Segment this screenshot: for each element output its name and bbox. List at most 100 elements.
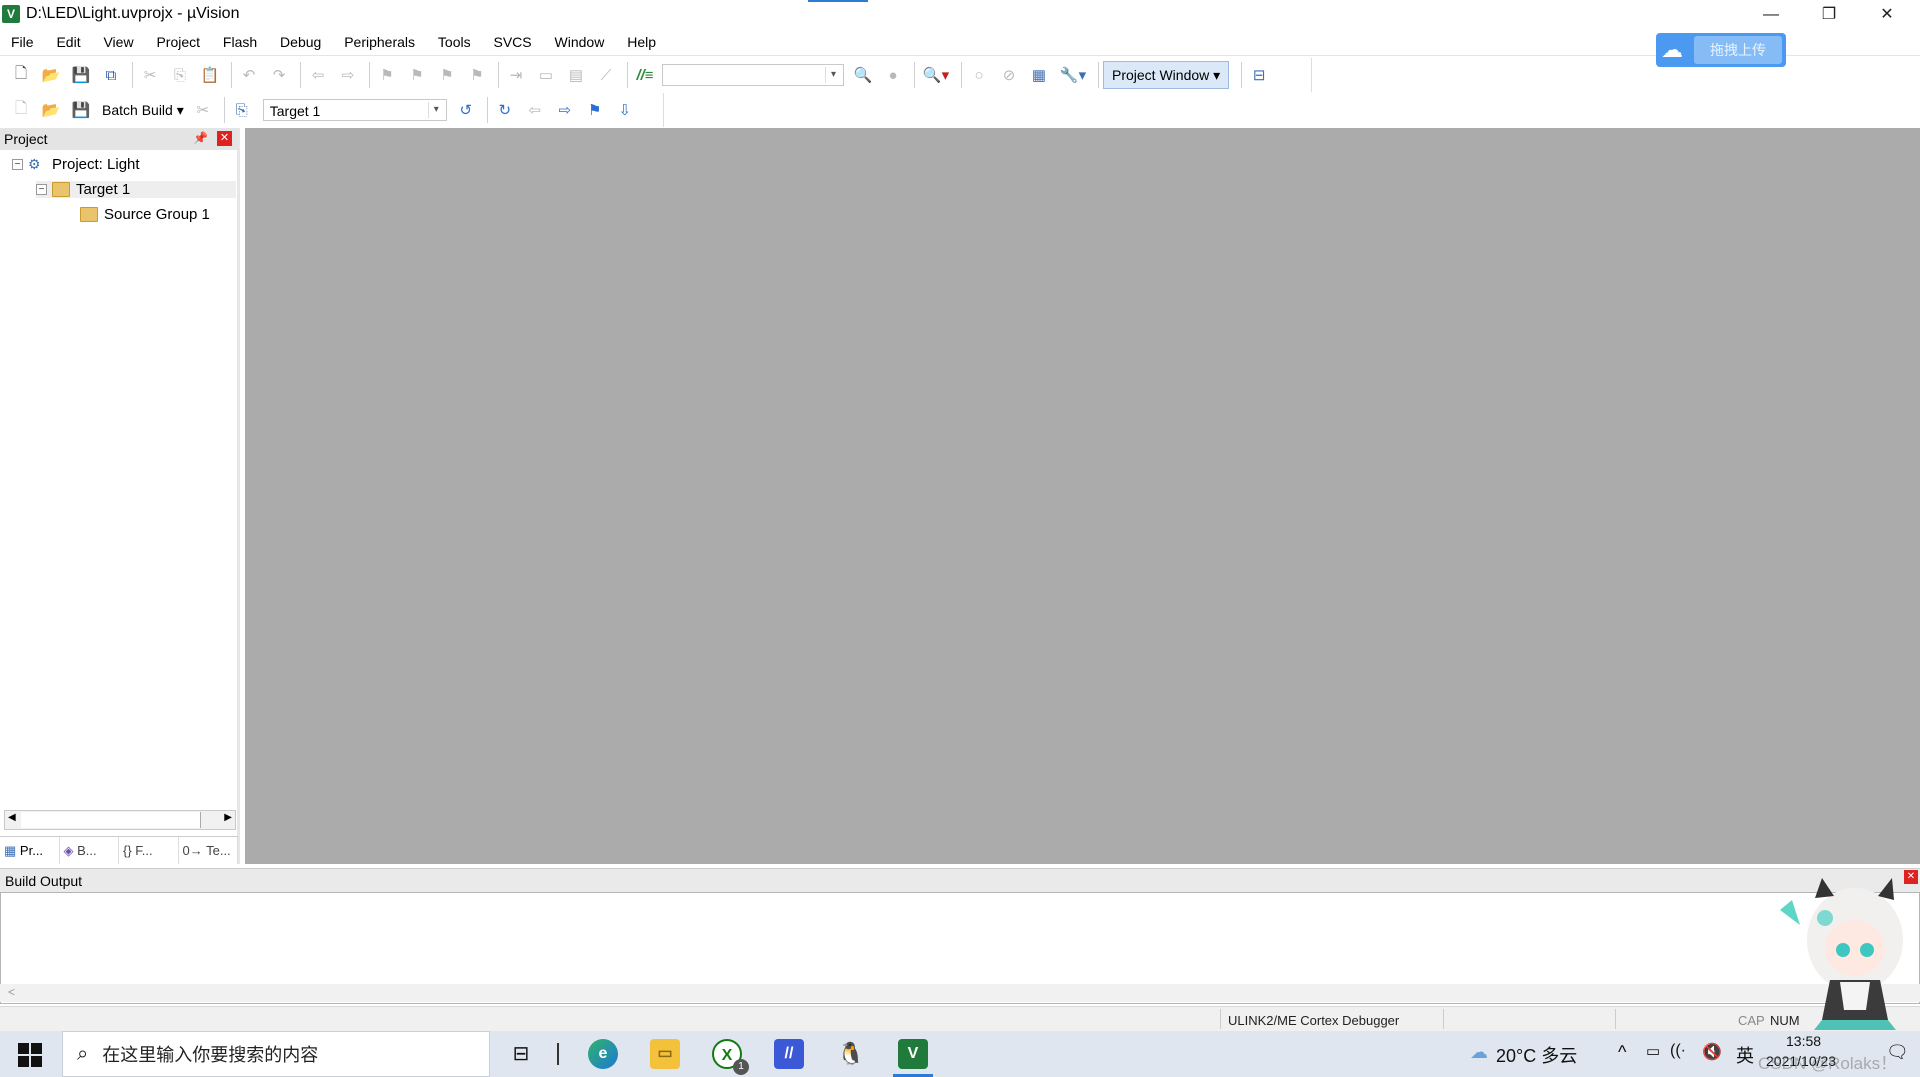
menu-edit[interactable]: Edit	[56, 30, 80, 50]
tree-item-source-group[interactable]: Source Group 1	[80, 206, 210, 223]
clock-time[interactable]: 13:58	[1786, 1033, 1821, 1049]
menu-help[interactable]: Help	[627, 30, 656, 50]
minimize-button[interactable]: —	[1742, 0, 1800, 30]
find-combo[interactable]: ▾	[662, 64, 844, 86]
close-icon[interactable]: ✕	[217, 131, 232, 146]
debug-session-icon[interactable]: 🔍▾	[919, 62, 953, 88]
menu-tools[interactable]: Tools	[438, 30, 471, 50]
pin-icon[interactable]: 📌	[193, 131, 208, 145]
file-explorer-icon[interactable]: ▭	[650, 1039, 680, 1069]
incremental-find-icon[interactable]: ●	[880, 62, 906, 88]
baidu-upload-button[interactable]: ☁ 拖拽上传	[1656, 33, 1786, 67]
caps-lock-indicator: CAP	[1738, 1013, 1765, 1028]
toolbar-separator	[627, 62, 628, 88]
editor-area[interactable]	[245, 128, 1920, 864]
target-select[interactable]: Target 1 ▾	[262, 99, 447, 121]
navigate-back-icon[interactable]: ⇦	[305, 62, 331, 88]
weather-text[interactable]: 20°C 多云	[1496, 1042, 1577, 1068]
redo-icon[interactable]: ↷	[266, 62, 292, 88]
bookmark-prev-icon[interactable]: ⚑	[404, 62, 430, 88]
vscode-like-icon[interactable]: //	[774, 1039, 804, 1069]
mascot-widget[interactable]: ✕	[1770, 870, 1920, 1030]
breakpoint-enable-icon[interactable]: ⊘	[996, 62, 1022, 88]
close-icon[interactable]: ✕	[1904, 870, 1918, 884]
battery-icon[interactable]: ▭	[1646, 1042, 1660, 1060]
uncomment-icon[interactable]: ⟋	[593, 62, 619, 88]
volume-muted-icon[interactable]: 🔇	[1702, 1042, 1722, 1062]
horizontal-scrollbar[interactable]: ◀ ▶	[4, 810, 236, 830]
edge-browser-icon[interactable]: e	[588, 1039, 618, 1069]
open-file-icon[interactable]: 📂	[38, 97, 64, 123]
undo-icon[interactable]: ↶	[236, 62, 262, 88]
tab-books[interactable]: ◈ B...	[60, 837, 119, 864]
download-icon[interactable]: ⇩	[612, 97, 638, 123]
copy-icon[interactable]: ⎘	[229, 97, 255, 123]
tree-item-label: Project: Light	[52, 156, 140, 173]
menu-project[interactable]: Project	[156, 30, 200, 50]
save-icon[interactable]: 💾	[68, 97, 94, 123]
menu-flash[interactable]: Flash	[223, 30, 257, 50]
menu-peripherals[interactable]: Peripherals	[344, 30, 415, 50]
breakpoint-icon[interactable]: ○	[966, 62, 992, 88]
input-method-indicator[interactable]: 英	[1736, 1042, 1754, 1068]
close-window-button[interactable]: ✕	[1858, 0, 1916, 30]
scroll-left-icon[interactable]: ◀	[8, 812, 16, 823]
find-icon[interactable]: 🔍	[850, 62, 876, 88]
navigate-forward-icon[interactable]: ⇨	[335, 62, 361, 88]
configure-icon[interactable]: 🔧▾	[1056, 62, 1090, 88]
tab-project[interactable]: ▦ Pr...	[0, 837, 60, 864]
taskbar-search[interactable]: ⌕ 在这里输入你要搜索的内容	[62, 1031, 490, 1077]
save-icon[interactable]: 💾	[68, 62, 94, 88]
restore-button[interactable]: ❐	[1800, 0, 1858, 30]
weather-cloud-icon[interactable]: ☁	[1470, 1042, 1488, 1063]
cut-icon[interactable]: ✂	[137, 62, 163, 88]
task-view-icon[interactable]: ⊟	[506, 1039, 536, 1069]
unindent-icon[interactable]: ▭	[533, 62, 559, 88]
project-window-dropdown[interactable]: Project Window ▾	[1103, 61, 1230, 89]
bookmark-insert-icon[interactable]: ⚑	[374, 62, 400, 88]
windows-start-icon[interactable]	[18, 1043, 42, 1067]
navigate-forward-icon[interactable]: ⇨	[552, 97, 578, 123]
tab-templates[interactable]: 0→ Te...	[179, 837, 238, 864]
bookmark-clear-icon[interactable]: ⚑	[464, 62, 490, 88]
menu-view[interactable]: View	[103, 30, 133, 50]
scroll-left-icon[interactable]: <	[8, 985, 15, 999]
copy-icon[interactable]: ⎘	[167, 62, 193, 88]
keil-uvision-icon[interactable]: V	[898, 1039, 928, 1069]
chevron-up-icon[interactable]: ^	[1618, 1042, 1626, 1063]
tree-collapse-icon[interactable]: −	[12, 159, 23, 170]
paste-icon[interactable]: 📋	[197, 62, 223, 88]
find-in-files-icon[interactable]: //≡	[632, 62, 658, 88]
comment-icon[interactable]: ▤	[563, 62, 589, 88]
new-file-icon[interactable]: 🗋	[8, 97, 34, 123]
indent-icon[interactable]: ⇥	[503, 62, 529, 88]
menu-window[interactable]: Window	[555, 30, 605, 50]
navigate-back-icon[interactable]: ⇦	[522, 97, 548, 123]
tree-collapse-icon[interactable]: −	[36, 184, 47, 195]
rebuild-icon[interactable]: ↻	[492, 97, 518, 123]
menu-debug[interactable]: Debug	[280, 30, 321, 50]
batch-build-button[interactable]: Batch Build ▾	[102, 102, 184, 119]
flag-icon[interactable]: ⚑	[582, 97, 608, 123]
options-icon[interactable]: ↺	[453, 97, 479, 123]
window-layout-icon[interactable]: ▦	[1026, 62, 1052, 88]
menu-svcs[interactable]: SVCS	[494, 30, 532, 50]
wifi-icon[interactable]: ((·	[1670, 1042, 1686, 1060]
title-tab-indicator	[808, 0, 868, 2]
build-output-scrollbar[interactable]: <	[0, 984, 1920, 1002]
chevron-down-icon[interactable]: ▾	[427, 102, 444, 118]
qq-icon[interactable]: 🐧	[836, 1039, 866, 1069]
tree-item-target[interactable]: − Target 1	[36, 181, 236, 198]
cut-icon[interactable]: ✂	[190, 97, 216, 123]
save-all-icon[interactable]: ⧉	[98, 62, 124, 88]
bookmark-next-icon[interactable]: ⚑	[434, 62, 460, 88]
scroll-right-icon[interactable]: ▶	[224, 812, 232, 823]
new-file-icon[interactable]: 🗋	[8, 62, 34, 88]
tab-functions[interactable]: {} F...	[119, 837, 179, 864]
scrollbar-thumb[interactable]	[21, 812, 201, 828]
menu-file[interactable]: File	[11, 30, 34, 50]
window-icon[interactable]: ⊟	[1246, 62, 1272, 88]
chevron-down-icon[interactable]: ▾	[825, 67, 841, 83]
tree-item-project[interactable]: − ⚙ Project: Light	[12, 156, 140, 173]
open-file-icon[interactable]: 📂	[38, 62, 64, 88]
